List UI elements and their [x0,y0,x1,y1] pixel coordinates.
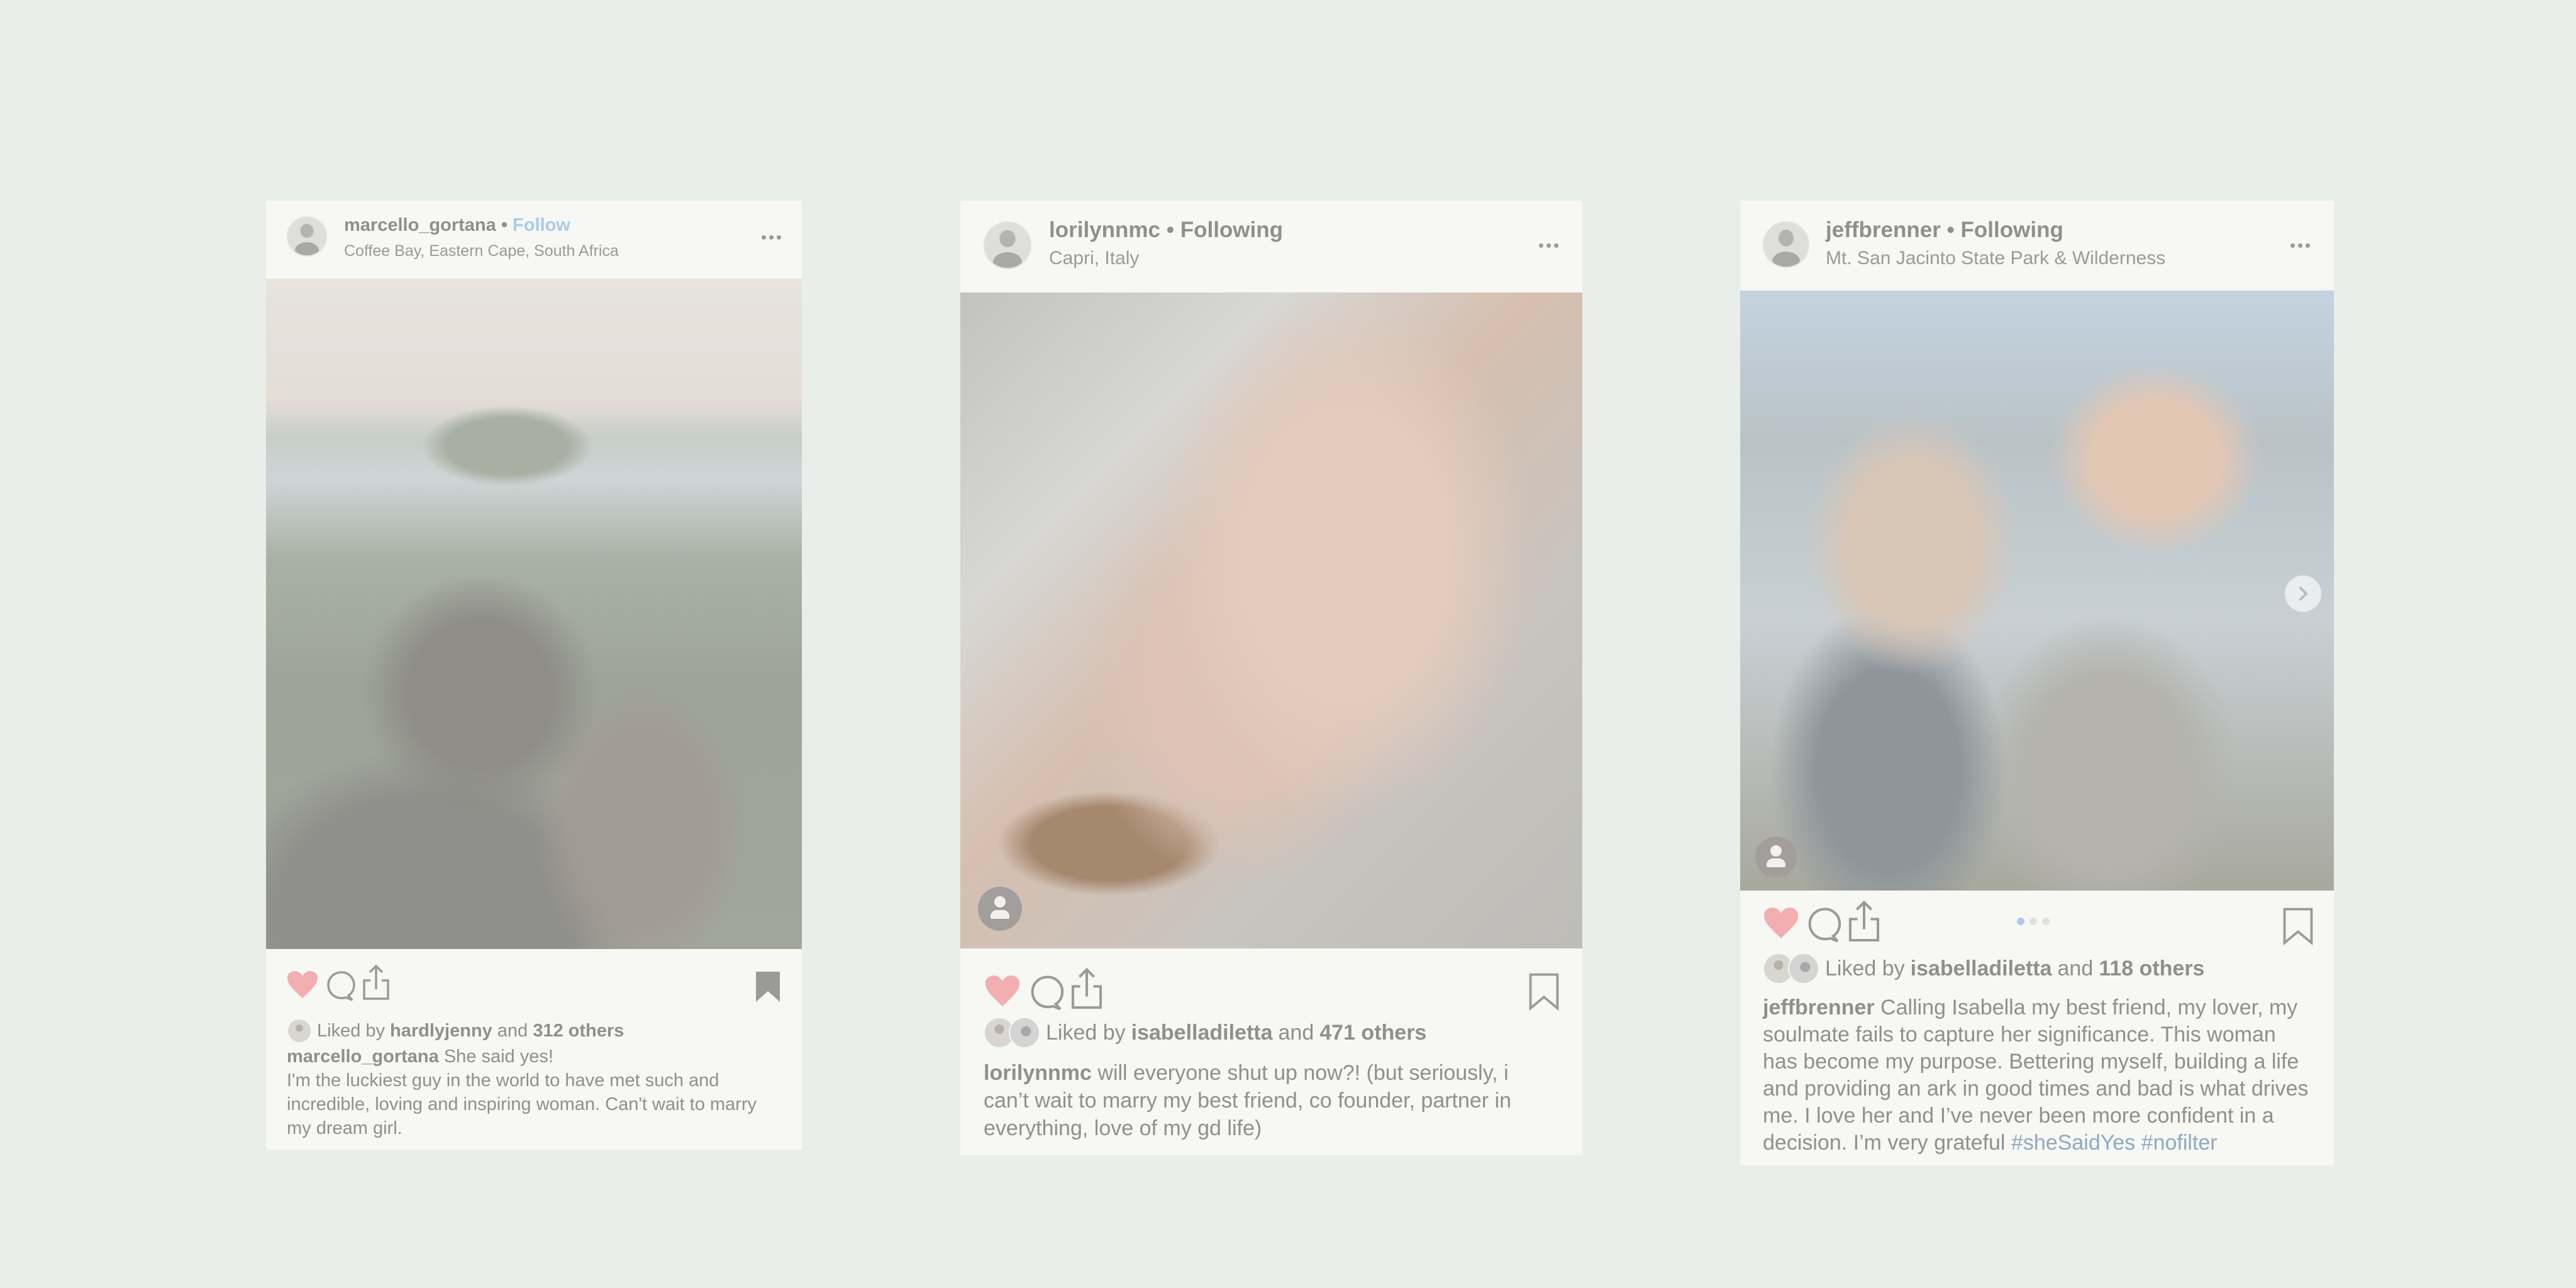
post-actions [1740,891,2334,953]
more-options-button[interactable] [762,235,781,240]
post-card: jeffbrenner • Following Mt. San Jacinto … [1740,201,2334,1165]
likes-joiner: and [1278,1020,1314,1045]
avatar[interactable] [1763,221,1809,268]
post-photo[interactable] [266,279,802,949]
likes-prefix: Liked by [1046,1020,1126,1045]
chevron-right-icon [2299,587,2308,601]
caption-text: She said yes! [443,1046,553,1067]
username-link[interactable]: jeffbrenner [1826,218,1941,242]
comment-icon[interactable] [1030,975,1066,1011]
post-card: marcello_gortana • Follow Coffee Bay, Ea… [266,201,802,1150]
comment-icon[interactable] [1807,907,1843,943]
user-tags-button[interactable] [978,887,1022,931]
hashtag-link[interactable]: #nofilter [2141,1131,2218,1155]
share-icon[interactable] [1846,900,1882,944]
bookmark-filled-icon[interactable] [755,970,781,1003]
likes-joiner: and [2057,956,2094,980]
separator-dot: • [1946,218,1955,242]
location-link[interactable]: Mt. San Jacinto State Park & Wilderness [1826,248,2165,269]
avatar[interactable] [287,216,327,257]
follow-button[interactable]: Follow [513,215,570,235]
liker-username[interactable]: isabelladiletta [1131,1021,1273,1045]
comment-icon[interactable] [326,970,357,1002]
likes-summary[interactable]: Liked by isabelladiletta and 471 others [984,1017,1426,1048]
location-link[interactable]: Coffee Bay, Eastern Cape, South Africa [344,242,619,260]
post-card: lorilynnmc • Following Capri, Italy Like… [960,201,1582,1155]
carousel-dot [2029,918,2037,925]
post-actions [266,949,802,1012]
post-header: marcello_gortana • Follow Coffee Bay, Ea… [266,201,802,279]
username-link[interactable]: marcello_gortana [344,215,496,235]
liker-username[interactable]: isabelladiletta [1911,957,2052,981]
post-actions [960,948,1582,1011]
post-author-line: lorilynnmc • Following [1049,218,1283,243]
likes-prefix: Liked by [1825,956,1905,980]
heart-icon[interactable] [984,975,1021,1008]
user-icon [994,896,1006,908]
caption-username[interactable]: marcello_gortana [287,1046,439,1067]
likes-prefix: Liked by [317,1020,386,1041]
bookmark-icon[interactable] [1528,972,1560,1011]
carousel-dot [2042,918,2050,925]
share-icon[interactable] [1069,967,1105,1011]
location-link[interactable]: Capri, Italy [1049,248,1139,269]
carousel-indicator [2017,918,2050,925]
carousel-next-button[interactable] [2285,575,2321,612]
following-button[interactable]: Following [1961,218,2063,242]
more-horizontal-icon [762,235,766,240]
post-author-line: jeffbrenner • Following [1826,218,2063,243]
share-icon[interactable] [360,964,392,1002]
caption-text-continued: I'm the luckiest guy in the world to hav… [287,1070,757,1138]
separator-dot: • [501,215,508,235]
post-photo[interactable] [960,292,1582,948]
caption-username[interactable]: jeffbrenner [1763,996,1875,1019]
likes-joiner: and [497,1020,528,1041]
more-horizontal-icon [1539,243,1543,248]
separator-dot: • [1166,218,1174,242]
avatar[interactable] [984,221,1031,269]
user-tags-button[interactable] [1755,836,1797,878]
more-options-button[interactable] [2290,243,2310,248]
hashtag-link[interactable]: #sheSaidYes [2011,1131,2135,1155]
heart-icon[interactable] [287,970,318,999]
more-options-button[interactable] [1539,243,1558,248]
likes-count[interactable]: 471 others [1319,1021,1426,1045]
liker-avatar [1788,953,1819,984]
user-icon [1770,845,1782,857]
post-photo[interactable] [1740,291,2334,891]
likes-summary[interactable]: Liked by isabelladiletta and 118 others [1763,953,2204,984]
post-header: jeffbrenner • Following Mt. San Jacinto … [1740,201,2334,291]
post-caption: marcello_gortana She said yes! I'm the l… [287,1045,777,1140]
caption-username[interactable]: lorilynnmc [984,1061,1092,1085]
liker-avatar [1009,1017,1040,1048]
post-author-line: marcello_gortana • Follow [344,215,570,236]
liker-avatar [287,1018,312,1043]
liker-username[interactable]: hardlyjenny [390,1021,492,1041]
likes-summary[interactable]: Liked by hardlyjenny and 312 others [287,1018,624,1043]
post-caption: jeffbrenner Calling Isabella my best fri… [1763,994,2315,1157]
more-horizontal-icon [2290,243,2295,248]
carousel-dot-active [2017,918,2024,925]
following-button[interactable]: Following [1180,218,1283,242]
likes-count[interactable]: 118 others [2099,957,2204,981]
heart-icon[interactable] [1763,907,1799,940]
post-header: lorilynnmc • Following Capri, Italy [960,201,1582,292]
likes-count[interactable]: 312 others [533,1021,624,1041]
username-link[interactable]: lorilynnmc [1049,218,1160,242]
post-caption: lorilynnmc will everyone shut up now?! (… [984,1059,1557,1142]
bookmark-icon[interactable] [2282,907,2314,946]
